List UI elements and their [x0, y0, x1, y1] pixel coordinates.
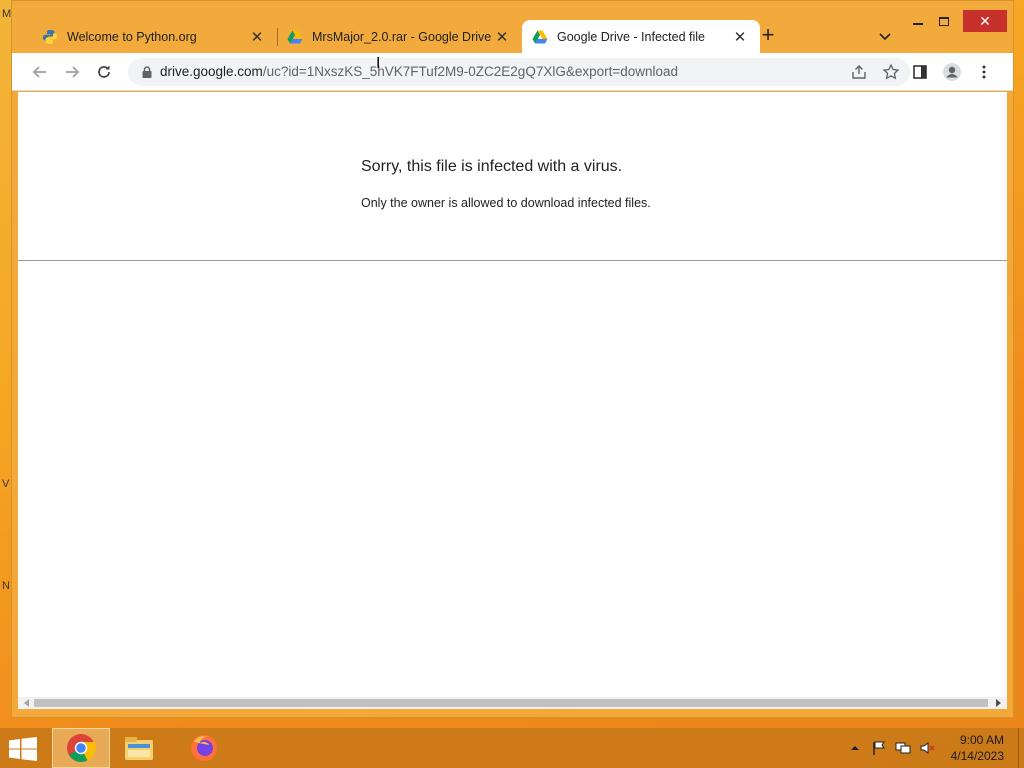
bookmark-star-icon[interactable] — [882, 63, 900, 81]
title-bar: ✕ Welcome to Python.org ✕ MrsMajor_2.0.r… — [12, 1, 1013, 53]
more-vertical-icon — [982, 65, 986, 79]
share-icon[interactable] — [850, 63, 868, 81]
infected-file-message: Only the owner is allowed to download in… — [361, 196, 651, 210]
forward-button[interactable] — [61, 61, 83, 83]
reload-button[interactable] — [93, 61, 115, 83]
tab-search-chevron-icon[interactable] — [876, 27, 894, 45]
taskbar-file-explorer[interactable] — [110, 728, 168, 768]
chrome-icon — [67, 734, 96, 762]
profile-avatar-icon — [943, 63, 961, 81]
address-bar[interactable]: drive.google.com/uc?id=1NxszKS_5hVK7FTuf… — [128, 58, 910, 86]
chrome-menu-button[interactable] — [973, 61, 995, 83]
clock-time: 9:00 AM — [959, 733, 1004, 747]
reload-icon — [98, 65, 110, 78]
tab-title: MrsMajor_2.0.rar - Google Drive — [312, 29, 492, 44]
url-text[interactable]: drive.google.com/uc?id=1NxszKS_5hVK7FTuf… — [160, 64, 678, 79]
scroll-left-arrow-icon[interactable] — [24, 699, 29, 707]
taskbar-firefox[interactable] — [175, 728, 233, 768]
file-explorer-icon — [125, 737, 153, 760]
page-content: Sorry, this file is infected with a viru… — [18, 92, 1007, 697]
desktop-icon-label: V — [2, 478, 10, 490]
back-button[interactable] — [29, 61, 51, 83]
google-drive-icon — [287, 29, 303, 45]
tab-python-org[interactable]: Welcome to Python.org ✕ — [32, 20, 277, 53]
minimize-icon — [913, 23, 923, 25]
browser-toolbar: drive.google.com/uc?id=1NxszKS_5hVK7FTuf… — [12, 53, 1013, 91]
profile-button[interactable] — [941, 61, 963, 83]
tab-infected-file[interactable]: Google Drive - Infected file ✕ — [522, 20, 760, 53]
window-controls: ✕ — [905, 9, 1013, 33]
horizontal-scrollbar[interactable] — [18, 697, 1007, 709]
maximize-icon — [939, 16, 949, 26]
url-path: /uc?id=1NxszKS_5hVK7FTuf2M9-0ZC2E2gQ7XlG… — [262, 64, 679, 79]
close-window-button[interactable]: ✕ — [963, 10, 1007, 32]
infected-file-heading: Sorry, this file is infected with a viru… — [361, 158, 623, 175]
tab-close-icon[interactable]: ✕ — [494, 28, 510, 46]
firefox-icon — [191, 735, 217, 761]
tab-title: Google Drive - Infected file — [557, 29, 705, 44]
python-icon — [42, 29, 58, 45]
taskbar-chrome[interactable] — [52, 728, 110, 768]
forward-arrow-icon — [66, 66, 80, 78]
taskbar: 9:00 AM 4/14/2023 — [0, 728, 1024, 768]
scroll-right-arrow-icon[interactable] — [996, 699, 1001, 707]
volume-muted-icon[interactable] — [918, 739, 936, 757]
desktop-icon-label: M — [2, 8, 12, 20]
tab-mrsmajor-drive[interactable]: MrsMajor_2.0.rar - Google Drive ✕ — [277, 20, 522, 53]
system-tray: 9:00 AM 4/14/2023 — [843, 728, 1024, 768]
windows-logo-icon — [9, 737, 37, 761]
action-center-flag-icon[interactable] — [870, 739, 888, 757]
google-drive-icon — [532, 29, 548, 45]
divider — [18, 260, 1007, 261]
clock-date: 4/14/2023 — [950, 749, 1004, 763]
chevron-up-icon[interactable] — [846, 739, 864, 757]
scrollbar-thumb[interactable] — [34, 699, 988, 707]
lock-icon[interactable] — [140, 65, 154, 79]
tab-close-icon[interactable]: ✕ — [732, 28, 748, 46]
tab-strip: Welcome to Python.org ✕ MrsMajor_2.0.rar… — [32, 20, 760, 53]
side-panel-button[interactable] — [909, 61, 931, 83]
start-button[interactable] — [9, 737, 37, 761]
tab-close-icon[interactable]: ✕ — [249, 28, 265, 46]
maximize-button[interactable] — [931, 9, 957, 33]
network-icon[interactable] — [894, 739, 912, 757]
side-panel-icon — [913, 65, 927, 79]
chrome-window: ✕ Welcome to Python.org ✕ MrsMajor_2.0.r… — [11, 0, 1014, 718]
show-desktop-button[interactable] — [1018, 728, 1024, 768]
new-tab-button[interactable]: + — [757, 24, 779, 47]
text-cursor-icon: I — [376, 54, 381, 72]
url-host: drive.google.com — [160, 64, 263, 79]
minimize-button[interactable] — [905, 9, 931, 33]
close-icon: ✕ — [979, 12, 991, 29]
back-arrow-icon — [32, 66, 46, 78]
taskbar-clock[interactable]: 9:00 AM 4/14/2023 — [951, 732, 1004, 764]
tab-title: Welcome to Python.org — [67, 29, 197, 44]
desktop-icon-label: N — [2, 580, 10, 592]
